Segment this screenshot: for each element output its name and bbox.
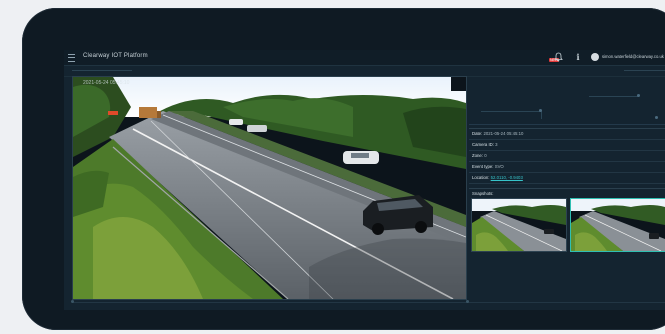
location-link[interactable]: 52.0110, -0.9403 <box>491 175 523 180</box>
snapshot-thumbnail-selected[interactable] <box>570 198 665 252</box>
decor-dot <box>655 116 658 119</box>
detail-value: 0 <box>484 153 487 158</box>
detail-row-location: Location: 52.0110, -0.9403 <box>469 173 665 184</box>
detail-row-zone: Zone: 0 <box>469 151 665 162</box>
detail-key: Camera ID: <box>472 142 494 147</box>
divider <box>481 111 541 112</box>
event-details-panel: Date: 2021-05-24 05:45:10 Camera ID: 3 Z… <box>469 76 665 298</box>
divider <box>72 70 132 71</box>
camera-feed[interactable]: 2021-05-24 05:45:10 <box>72 76 467 300</box>
device-frame: Clearway IOT Platform NEW i simon.waterf… <box>22 8 665 330</box>
detail-value: 2021-05-24 05:45:10 <box>483 131 524 136</box>
user-avatar-icon[interactable] <box>591 53 599 61</box>
hamburger-icon[interactable] <box>68 54 75 62</box>
snapshots-label: Snapshots: <box>472 191 494 196</box>
decor-dot <box>71 300 74 303</box>
snapshot-image <box>571 199 665 251</box>
divider <box>541 111 542 119</box>
camera-timestamp: 2021-05-24 05:45:10 <box>83 80 130 86</box>
divider <box>589 96 639 97</box>
event-details: Date: 2021-05-24 05:45:10 Camera ID: 3 Z… <box>469 128 665 185</box>
divider <box>624 70 665 71</box>
camera-feed-image <box>73 77 466 299</box>
detail-row-date: Date: 2021-05-24 05:45:10 <box>469 129 665 140</box>
user-email[interactable]: simon.waterfield@clearway.co.uk <box>602 54 664 59</box>
snapshots-section: Snapshots: <box>469 188 665 261</box>
detail-value: SVO <box>494 164 504 169</box>
detail-row-camera-id: Camera ID: 3 <box>469 140 665 151</box>
snapshot-image <box>472 199 566 251</box>
detail-value: 3 <box>495 142 498 147</box>
detail-key: Date: <box>472 131 483 136</box>
info-icon[interactable]: i <box>574 52 582 62</box>
footer-divider <box>72 302 665 303</box>
panel-decoration <box>469 76 665 125</box>
decor-dot <box>637 94 640 97</box>
detail-key: Zone: <box>472 153 483 158</box>
decor-dot <box>539 109 542 112</box>
app-window: Clearway IOT Platform NEW i simon.waterf… <box>64 50 665 310</box>
snapshot-thumbnail[interactable] <box>471 198 567 252</box>
top-bar: Clearway IOT Platform NEW i simon.waterf… <box>64 50 665 66</box>
detail-key: Location: <box>472 175 490 180</box>
detail-row-event-type: Event type: SVO <box>469 162 665 173</box>
detail-key: Event type: <box>472 164 494 169</box>
bell-icon[interactable] <box>553 52 564 62</box>
app-title: Clearway IOT Platform <box>83 53 148 59</box>
decor-dot <box>466 300 469 303</box>
